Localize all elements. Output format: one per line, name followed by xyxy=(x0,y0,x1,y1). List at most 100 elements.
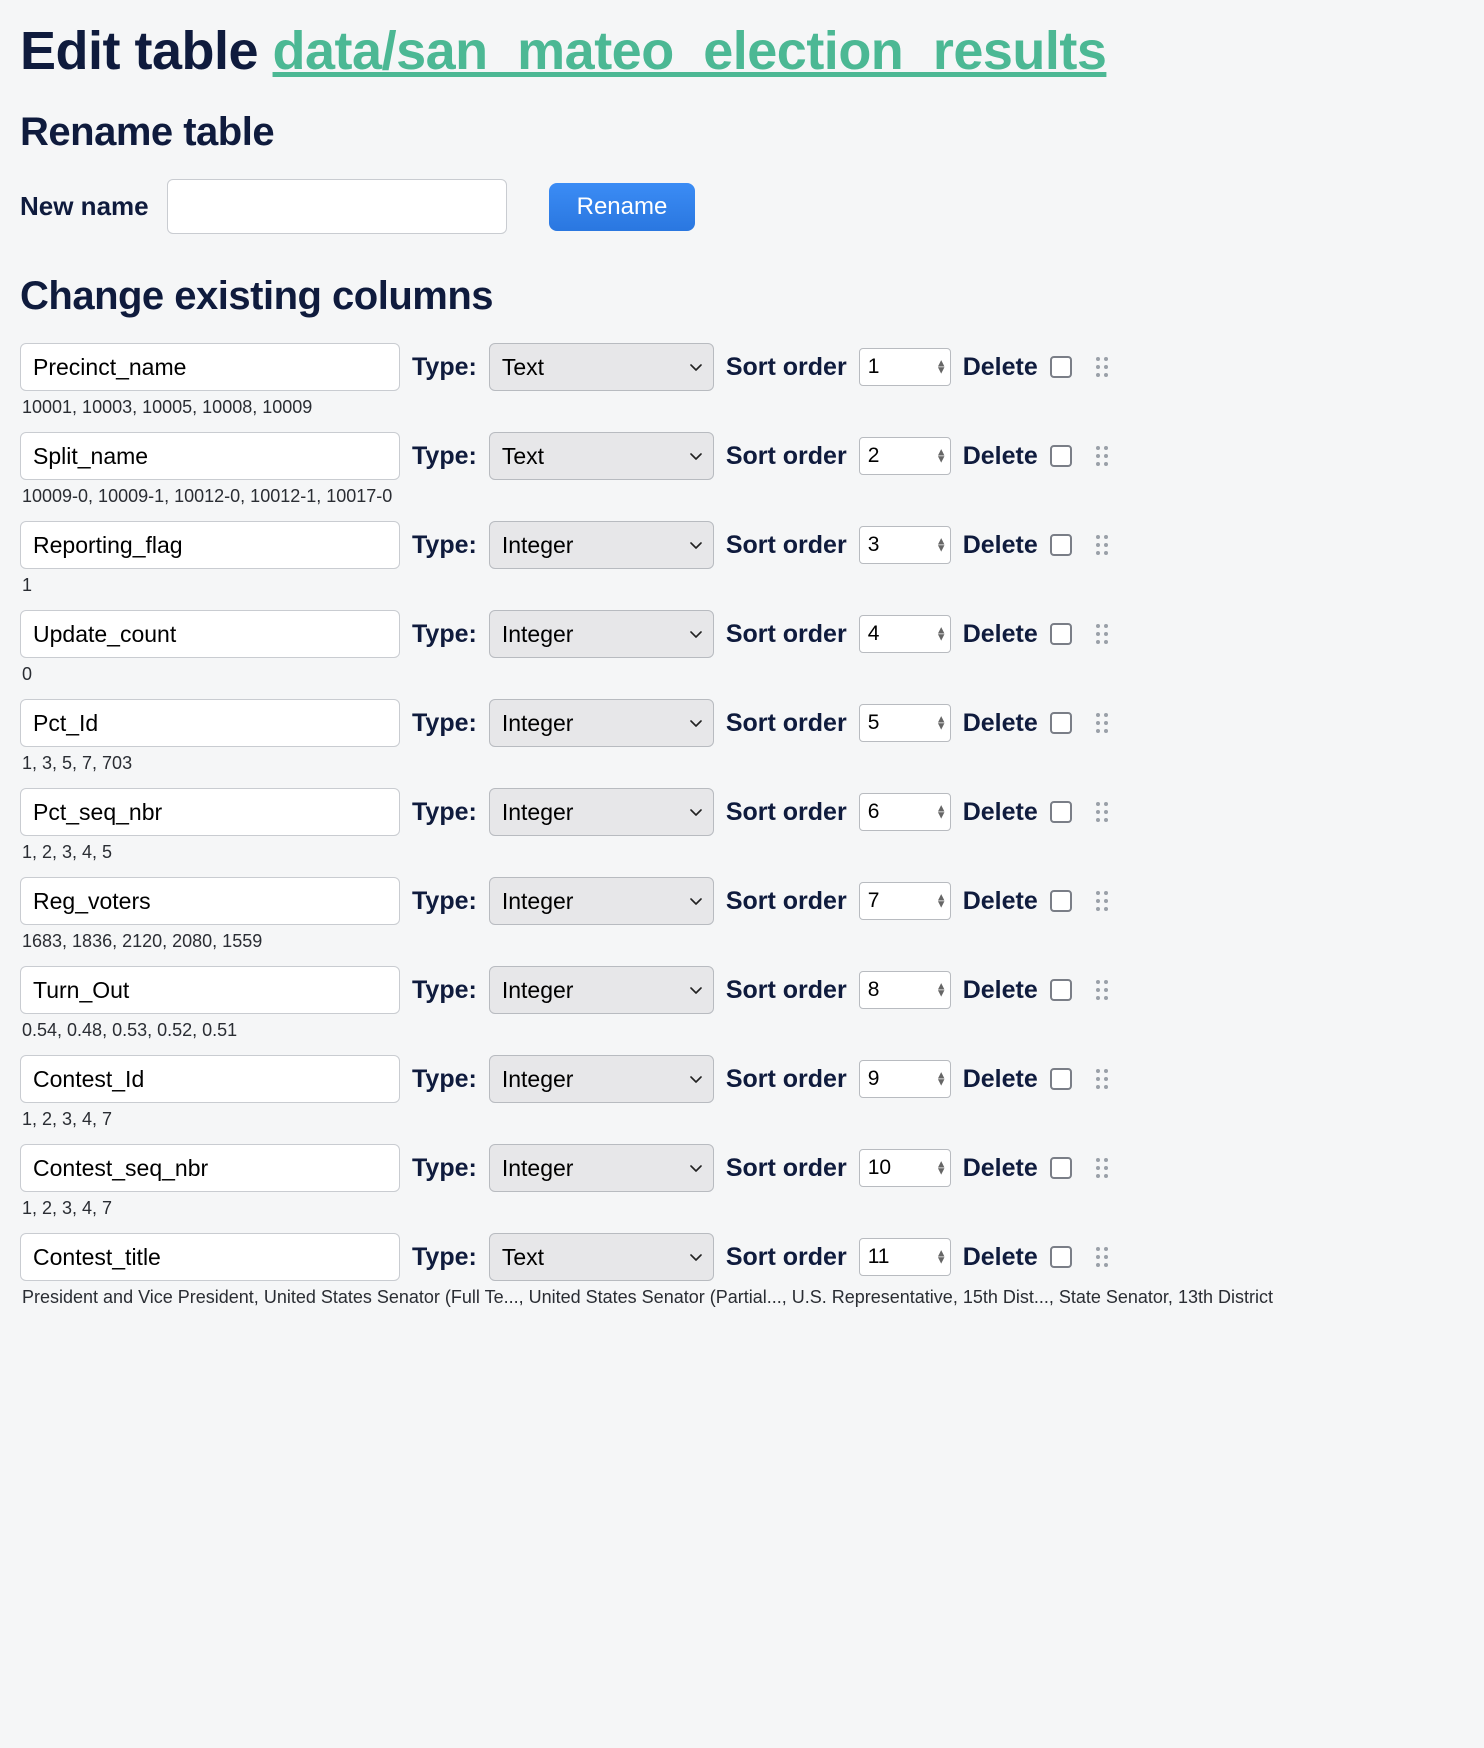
sort-order-label: Sort order xyxy=(726,442,847,471)
delete-label: Delete xyxy=(963,531,1038,560)
drag-handle-icon[interactable] xyxy=(1090,976,1114,1004)
column-type-select[interactable]: TextIntegerFloatBlob xyxy=(489,877,714,925)
column-name-input[interactable] xyxy=(20,521,400,569)
delete-label: Delete xyxy=(963,1065,1038,1094)
column-sample-values: President and Vice President, United Sta… xyxy=(22,1287,1464,1308)
sort-order-input[interactable] xyxy=(859,348,951,386)
type-label: Type: xyxy=(412,887,477,916)
column-name-input[interactable] xyxy=(20,1144,400,1192)
type-label: Type: xyxy=(412,1065,477,1094)
delete-checkbox[interactable] xyxy=(1050,1246,1072,1268)
delete-label: Delete xyxy=(963,353,1038,382)
delete-checkbox[interactable] xyxy=(1050,801,1072,823)
column-name-input[interactable] xyxy=(20,788,400,836)
new-name-label: New name xyxy=(20,191,149,222)
drag-handle-icon[interactable] xyxy=(1090,709,1114,737)
column-type-select[interactable]: TextIntegerFloatBlob xyxy=(489,1144,714,1192)
sort-order-label: Sort order xyxy=(726,798,847,827)
drag-handle-icon[interactable] xyxy=(1090,353,1114,381)
column-name-input[interactable] xyxy=(20,343,400,391)
column-name-input[interactable] xyxy=(20,1055,400,1103)
delete-checkbox[interactable] xyxy=(1050,712,1072,734)
change-columns-heading: Change existing columns xyxy=(20,274,1464,319)
column-type-select[interactable]: TextIntegerFloatBlob xyxy=(489,521,714,569)
sort-order-input[interactable] xyxy=(859,1149,951,1187)
delete-checkbox[interactable] xyxy=(1050,356,1072,378)
column-row: Type:TextIntegerFloatBlobSort order▲▼Del… xyxy=(20,343,1464,391)
rename-button[interactable]: Rename xyxy=(549,183,696,231)
column-row: Type:TextIntegerFloatBlobSort order▲▼Del… xyxy=(20,788,1464,836)
column-name-input[interactable] xyxy=(20,1233,400,1281)
column-sample-values: 1, 2, 3, 4, 7 xyxy=(22,1198,1464,1219)
column-sample-values: 10009-0, 10009-1, 10012-0, 10012-1, 1001… xyxy=(22,486,1464,507)
sort-order-input[interactable] xyxy=(859,882,951,920)
sort-order-input[interactable] xyxy=(859,526,951,564)
column-type-select[interactable]: TextIntegerFloatBlob xyxy=(489,432,714,480)
title-prefix: Edit table xyxy=(20,21,273,81)
column-type-select[interactable]: TextIntegerFloatBlob xyxy=(489,788,714,836)
delete-checkbox[interactable] xyxy=(1050,623,1072,645)
rename-form: New name Rename xyxy=(20,179,1464,234)
drag-handle-icon[interactable] xyxy=(1090,887,1114,915)
column-row: Type:TextIntegerFloatBlobSort order▲▼Del… xyxy=(20,966,1464,1014)
sort-order-label: Sort order xyxy=(726,1065,847,1094)
sort-order-label: Sort order xyxy=(726,353,847,382)
delete-checkbox[interactable] xyxy=(1050,1068,1072,1090)
sort-order-label: Sort order xyxy=(726,620,847,649)
column-row: Type:TextIntegerFloatBlobSort order▲▼Del… xyxy=(20,610,1464,658)
column-row: Type:TextIntegerFloatBlobSort order▲▼Del… xyxy=(20,1144,1464,1192)
drag-handle-icon[interactable] xyxy=(1090,798,1114,826)
delete-label: Delete xyxy=(963,1243,1038,1272)
drag-handle-icon[interactable] xyxy=(1090,1243,1114,1271)
sort-order-input[interactable] xyxy=(859,1060,951,1098)
column-row: Type:TextIntegerFloatBlobSort order▲▼Del… xyxy=(20,432,1464,480)
delete-checkbox[interactable] xyxy=(1050,1157,1072,1179)
type-label: Type: xyxy=(412,442,477,471)
column-type-select[interactable]: TextIntegerFloatBlob xyxy=(489,699,714,747)
delete-checkbox[interactable] xyxy=(1050,534,1072,556)
sort-order-input[interactable] xyxy=(859,793,951,831)
drag-handle-icon[interactable] xyxy=(1090,1065,1114,1093)
column-type-select[interactable]: TextIntegerFloatBlob xyxy=(489,1055,714,1103)
column-name-input[interactable] xyxy=(20,877,400,925)
column-row: Type:TextIntegerFloatBlobSort order▲▼Del… xyxy=(20,699,1464,747)
delete-label: Delete xyxy=(963,976,1038,1005)
sort-order-label: Sort order xyxy=(726,887,847,916)
drag-handle-icon[interactable] xyxy=(1090,531,1114,559)
column-type-select[interactable]: TextIntegerFloatBlob xyxy=(489,966,714,1014)
sort-order-input[interactable] xyxy=(859,971,951,1009)
drag-handle-icon[interactable] xyxy=(1090,442,1114,470)
drag-handle-icon[interactable] xyxy=(1090,1154,1114,1182)
column-name-input[interactable] xyxy=(20,966,400,1014)
delete-label: Delete xyxy=(963,442,1038,471)
delete-label: Delete xyxy=(963,798,1038,827)
sort-order-input[interactable] xyxy=(859,437,951,475)
drag-handle-icon[interactable] xyxy=(1090,620,1114,648)
column-type-select[interactable]: TextIntegerFloatBlob xyxy=(489,343,714,391)
delete-checkbox[interactable] xyxy=(1050,890,1072,912)
type-label: Type: xyxy=(412,709,477,738)
delete-label: Delete xyxy=(963,709,1038,738)
page-title: Edit table data/san_mateo_election_resul… xyxy=(20,20,1464,82)
table-name-link[interactable]: data/san_mateo_election_results xyxy=(273,21,1107,81)
sort-order-input[interactable] xyxy=(859,615,951,653)
sort-order-label: Sort order xyxy=(726,531,847,560)
column-type-select[interactable]: TextIntegerFloatBlob xyxy=(489,1233,714,1281)
sort-order-input[interactable] xyxy=(859,704,951,742)
sort-order-input[interactable] xyxy=(859,1238,951,1276)
column-name-input[interactable] xyxy=(20,610,400,658)
column-sample-values: 1, 2, 3, 4, 5 xyxy=(22,842,1464,863)
delete-checkbox[interactable] xyxy=(1050,445,1072,467)
column-name-input[interactable] xyxy=(20,432,400,480)
delete-label: Delete xyxy=(963,887,1038,916)
column-row: Type:TextIntegerFloatBlobSort order▲▼Del… xyxy=(20,877,1464,925)
column-name-input[interactable] xyxy=(20,699,400,747)
column-type-select[interactable]: TextIntegerFloatBlob xyxy=(489,610,714,658)
delete-label: Delete xyxy=(963,620,1038,649)
new-name-input[interactable] xyxy=(167,179,507,234)
sort-order-label: Sort order xyxy=(726,709,847,738)
sort-order-label: Sort order xyxy=(726,1243,847,1272)
rename-heading: Rename table xyxy=(20,110,1464,155)
type-label: Type: xyxy=(412,531,477,560)
delete-checkbox[interactable] xyxy=(1050,979,1072,1001)
